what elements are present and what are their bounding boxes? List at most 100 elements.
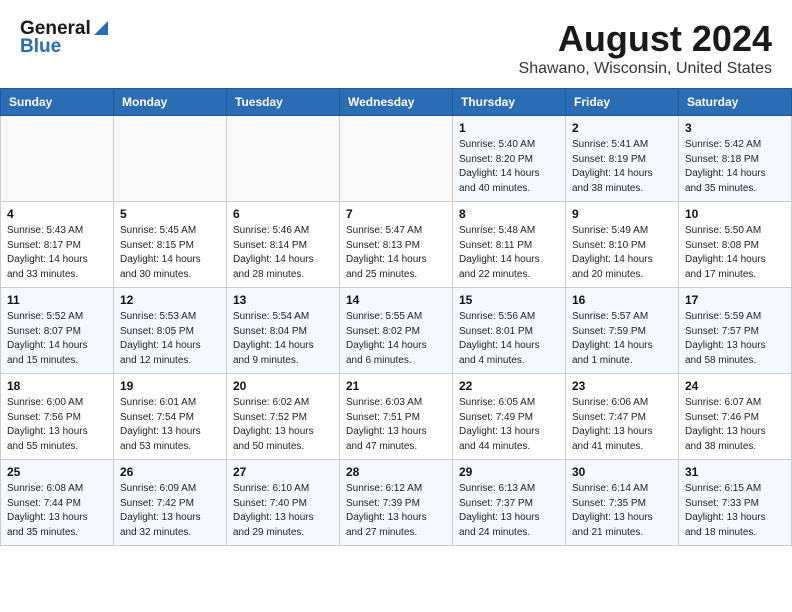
calendar-week-row: 18 Sunrise: 6:00 AM Sunset: 7:56 PM Dayli… xyxy=(1,374,792,460)
calendar-day-cell: 4Sunrise: 5:43 AM Sunset: 8:17 PM Daylig… xyxy=(1,202,114,288)
logo-blue: Blue xyxy=(20,36,61,58)
calendar-day-cell: 29 Sunrise: 6:13 AM Sunset: 7:37 PM Dayli… xyxy=(453,460,566,546)
day-info: Sunrise: 5:54 AM Sunset: 8:04 PM Dayligh… xyxy=(233,310,333,368)
calendar-table: SundayMondayTuesdayWednesdayThursdayFrid… xyxy=(0,88,792,546)
day-info: Sunrise: 5:41 AM Sunset: 8:19 PM Dayligh… xyxy=(572,138,672,196)
calendar-week-row: 1 Sunrise: 5:40 AM Sunset: 8:20 PM Daylig… xyxy=(1,116,792,202)
calendar-header-row: SundayMondayTuesdayWednesdayThursdayFrid… xyxy=(1,89,792,116)
calendar-week-row: 25 Sunrise: 6:08 AM Sunset: 7:44 PM Dayli… xyxy=(1,460,792,546)
day-info: Sunrise: 5:45 AM Sunset: 8:15 PM Dayligh… xyxy=(120,224,220,282)
day-number: 17 xyxy=(685,293,785,307)
day-number: 26 xyxy=(120,465,220,479)
calendar-day-cell: 26 Sunrise: 6:09 AM Sunset: 7:42 PM Dayli… xyxy=(114,460,227,546)
day-info: Sunrise: 6:01 AM Sunset: 7:54 PM Dayligh… xyxy=(120,396,220,454)
day-number: 11 xyxy=(7,293,107,307)
day-number: 15 xyxy=(459,293,559,307)
calendar-day-cell xyxy=(1,116,114,202)
calendar-day-cell: 25 Sunrise: 6:08 AM Sunset: 7:44 PM Dayli… xyxy=(1,460,114,546)
day-info: Sunrise: 6:09 AM Sunset: 7:42 PM Dayligh… xyxy=(120,482,220,540)
day-number: 24 xyxy=(685,379,785,393)
day-number: 7 xyxy=(346,207,446,221)
day-info: Sunrise: 6:06 AM Sunset: 7:47 PM Dayligh… xyxy=(572,396,672,454)
calendar-day-cell: 1 Sunrise: 5:40 AM Sunset: 8:20 PM Daylig… xyxy=(453,116,566,202)
day-number: 31 xyxy=(685,465,785,479)
day-info: Sunrise: 6:14 AM Sunset: 7:35 PM Dayligh… xyxy=(572,482,672,540)
day-number: 29 xyxy=(459,465,559,479)
day-number: 13 xyxy=(233,293,333,307)
day-info: Sunrise: 6:08 AM Sunset: 7:44 PM Dayligh… xyxy=(7,482,107,540)
calendar-day-header: Monday xyxy=(114,89,227,116)
calendar-day-cell: 20 Sunrise: 6:02 AM Sunset: 7:52 PM Dayli… xyxy=(227,374,340,460)
calendar-day-cell: 15 Sunrise: 5:56 AM Sunset: 8:01 PM Dayli… xyxy=(453,288,566,374)
calendar-day-header: Friday xyxy=(566,89,679,116)
logo-arrow-icon xyxy=(92,19,110,37)
day-info: Sunrise: 6:02 AM Sunset: 7:52 PM Dayligh… xyxy=(233,396,333,454)
day-number: 9 xyxy=(572,207,672,221)
calendar-day-cell: 16 Sunrise: 5:57 AM Sunset: 7:59 PM Dayli… xyxy=(566,288,679,374)
day-number: 28 xyxy=(346,465,446,479)
day-number: 6 xyxy=(233,207,333,221)
day-info: Sunrise: 6:13 AM Sunset: 7:37 PM Dayligh… xyxy=(459,482,559,540)
day-info: Sunrise: 5:47 AM Sunset: 8:13 PM Dayligh… xyxy=(346,224,446,282)
calendar-day-cell: 17Sunrise: 5:59 AM Sunset: 7:57 PM Dayli… xyxy=(679,288,792,374)
calendar-day-header: Tuesday xyxy=(227,89,340,116)
day-number: 25 xyxy=(7,465,107,479)
calendar-week-row: 4Sunrise: 5:43 AM Sunset: 8:17 PM Daylig… xyxy=(1,202,792,288)
day-number: 16 xyxy=(572,293,672,307)
calendar-day-cell: 3Sunrise: 5:42 AM Sunset: 8:18 PM Daylig… xyxy=(679,116,792,202)
calendar-day-cell: 13 Sunrise: 5:54 AM Sunset: 8:04 PM Dayli… xyxy=(227,288,340,374)
day-info: Sunrise: 5:50 AM Sunset: 8:08 PM Dayligh… xyxy=(685,224,785,282)
calendar-day-cell: 8Sunrise: 5:48 AM Sunset: 8:11 PM Daylig… xyxy=(453,202,566,288)
calendar-day-cell: 28 Sunrise: 6:12 AM Sunset: 7:39 PM Dayli… xyxy=(340,460,453,546)
day-info: Sunrise: 6:03 AM Sunset: 7:51 PM Dayligh… xyxy=(346,396,446,454)
day-info: Sunrise: 6:15 AM Sunset: 7:33 PM Dayligh… xyxy=(685,482,785,540)
day-info: Sunrise: 5:56 AM Sunset: 8:01 PM Dayligh… xyxy=(459,310,559,368)
calendar-day-cell: 18 Sunrise: 6:00 AM Sunset: 7:56 PM Dayli… xyxy=(1,374,114,460)
month-title: August 2024 xyxy=(519,18,772,60)
day-number: 21 xyxy=(346,379,446,393)
calendar-day-header: Saturday xyxy=(679,89,792,116)
calendar-day-cell: 24 Sunrise: 6:07 AM Sunset: 7:46 PM Dayli… xyxy=(679,374,792,460)
calendar-day-cell xyxy=(227,116,340,202)
day-info: Sunrise: 5:40 AM Sunset: 8:20 PM Dayligh… xyxy=(459,138,559,196)
title-block: August 2024 Shawano, Wisconsin, United S… xyxy=(519,18,772,78)
calendar-day-cell: 19Sunrise: 6:01 AM Sunset: 7:54 PM Dayli… xyxy=(114,374,227,460)
calendar-day-cell: 2 Sunrise: 5:41 AM Sunset: 8:19 PM Daylig… xyxy=(566,116,679,202)
day-info: Sunrise: 5:49 AM Sunset: 8:10 PM Dayligh… xyxy=(572,224,672,282)
calendar-day-cell: 27 Sunrise: 6:10 AM Sunset: 7:40 PM Dayli… xyxy=(227,460,340,546)
calendar-day-cell xyxy=(114,116,227,202)
page-header: General Blue August 2024 Shawano, Wiscon… xyxy=(0,0,792,88)
day-info: Sunrise: 6:12 AM Sunset: 7:39 PM Dayligh… xyxy=(346,482,446,540)
day-info: Sunrise: 6:05 AM Sunset: 7:49 PM Dayligh… xyxy=(459,396,559,454)
calendar-day-cell: 30 Sunrise: 6:14 AM Sunset: 7:35 PM Dayli… xyxy=(566,460,679,546)
calendar-day-cell: 21 Sunrise: 6:03 AM Sunset: 7:51 PM Dayli… xyxy=(340,374,453,460)
day-number: 1 xyxy=(459,121,559,135)
day-info: Sunrise: 6:07 AM Sunset: 7:46 PM Dayligh… xyxy=(685,396,785,454)
calendar-day-cell: 12 Sunrise: 5:53 AM Sunset: 8:05 PM Dayli… xyxy=(114,288,227,374)
day-info: Sunrise: 6:00 AM Sunset: 7:56 PM Dayligh… xyxy=(7,396,107,454)
day-number: 12 xyxy=(120,293,220,307)
calendar-day-cell: 10 Sunrise: 5:50 AM Sunset: 8:08 PM Dayli… xyxy=(679,202,792,288)
day-number: 14 xyxy=(346,293,446,307)
day-number: 10 xyxy=(685,207,785,221)
day-info: Sunrise: 5:55 AM Sunset: 8:02 PM Dayligh… xyxy=(346,310,446,368)
calendar-day-cell: 9 Sunrise: 5:49 AM Sunset: 8:10 PM Daylig… xyxy=(566,202,679,288)
calendar-week-row: 11 Sunrise: 5:52 AM Sunset: 8:07 PM Dayli… xyxy=(1,288,792,374)
calendar-day-cell: 11 Sunrise: 5:52 AM Sunset: 8:07 PM Dayli… xyxy=(1,288,114,374)
day-number: 18 xyxy=(7,379,107,393)
day-number: 3 xyxy=(685,121,785,135)
day-info: Sunrise: 5:57 AM Sunset: 7:59 PM Dayligh… xyxy=(572,310,672,368)
logo: General Blue xyxy=(20,18,110,58)
calendar-day-cell: 14 Sunrise: 5:55 AM Sunset: 8:02 PM Dayli… xyxy=(340,288,453,374)
day-number: 20 xyxy=(233,379,333,393)
day-number: 30 xyxy=(572,465,672,479)
day-number: 8 xyxy=(459,207,559,221)
calendar-day-cell: 5Sunrise: 5:45 AM Sunset: 8:15 PM Daylig… xyxy=(114,202,227,288)
day-number: 2 xyxy=(572,121,672,135)
day-info: Sunrise: 6:10 AM Sunset: 7:40 PM Dayligh… xyxy=(233,482,333,540)
day-info: Sunrise: 5:53 AM Sunset: 8:05 PM Dayligh… xyxy=(120,310,220,368)
day-number: 27 xyxy=(233,465,333,479)
day-info: Sunrise: 5:43 AM Sunset: 8:17 PM Dayligh… xyxy=(7,224,107,282)
day-info: Sunrise: 5:52 AM Sunset: 8:07 PM Dayligh… xyxy=(7,310,107,368)
calendar-day-header: Thursday xyxy=(453,89,566,116)
